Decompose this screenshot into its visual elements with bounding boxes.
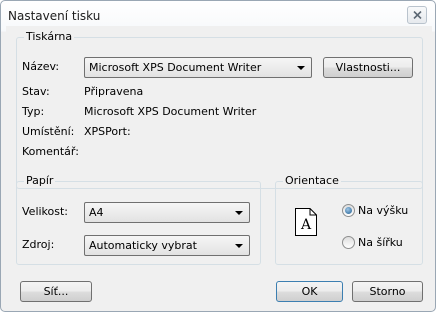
paper-source-select[interactable]: Automaticky vybrat (84, 235, 250, 256)
portrait-label[interactable]: Na výšku (358, 204, 408, 218)
printer-name-label: Název: (22, 60, 60, 73)
ok-button[interactable]: OK (276, 281, 343, 302)
print-setup-dialog: Nastavení tisku Tiskárna Název: Microsof… (0, 0, 436, 312)
close-icon (413, 11, 422, 19)
paper-group: Papír Velikost: A4 Zdroj: Automaticky vy… (16, 174, 261, 265)
chevron-down-icon (235, 211, 243, 215)
landscape-label[interactable]: Na šířku (358, 236, 403, 250)
orientation-group-title: Orientace (283, 174, 341, 188)
paper-group-title: Papír (24, 174, 56, 188)
paper-size-value: A4 (89, 206, 104, 219)
location-label: Umístění: (22, 125, 75, 138)
printer-name-select[interactable]: Microsoft XPS Document Writer (84, 57, 312, 78)
cancel-button[interactable]: Storno (352, 281, 423, 302)
status-label: Stav: (22, 85, 50, 98)
chevron-down-icon (297, 66, 305, 70)
printer-name-value: Microsoft XPS Document Writer (89, 61, 262, 74)
status-value: Připravena (84, 85, 144, 98)
paper-size-select[interactable]: A4 (84, 202, 250, 223)
paper-source-value: Automaticky vybrat (89, 239, 197, 252)
portrait-radio[interactable] (342, 204, 355, 217)
close-button[interactable] (407, 6, 427, 24)
printer-group-title: Tiskárna (24, 30, 75, 44)
printer-group: Tiskárna Název: Microsoft XPS Document W… (16, 30, 423, 189)
landscape-radio[interactable] (342, 236, 355, 249)
network-button[interactable]: Síť... (20, 281, 92, 302)
chevron-down-icon (235, 244, 243, 248)
portrait-page-icon: A (295, 208, 317, 236)
dialog-client-area: Tiskárna Název: Microsoft XPS Document W… (6, 26, 432, 307)
window-title: Nastavení tisku (8, 9, 101, 23)
paper-source-label: Zdroj: (22, 238, 55, 251)
page-letter: A (300, 217, 312, 233)
paper-size-label: Velikost: (22, 205, 69, 218)
type-value: Microsoft XPS Document Writer (84, 105, 257, 118)
type-label: Typ: (22, 105, 45, 118)
comment-label: Komentář: (22, 145, 79, 158)
properties-button[interactable]: Vlastnosti... (323, 57, 413, 78)
orientation-group: Orientace A Na výšku Na šířku (275, 174, 423, 265)
location-value: XPSPort: (84, 125, 131, 138)
